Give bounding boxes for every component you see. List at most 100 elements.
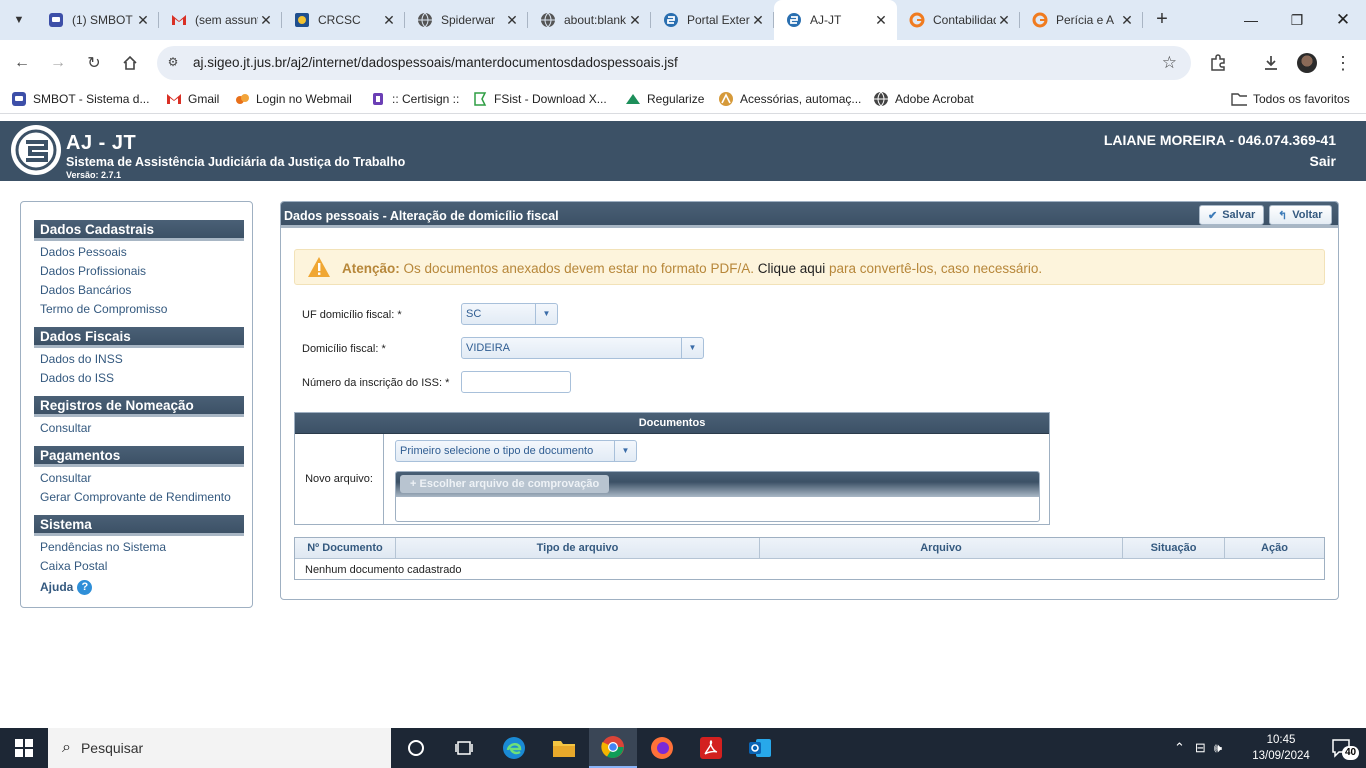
address-bar[interactable]: ⚙ aj.sigeo.jt.jus.br/aj2/internet/dadosp…	[157, 46, 1191, 80]
close-icon[interactable]: ✕	[996, 12, 1012, 28]
bookmark-item[interactable]: Regularize	[625, 91, 704, 107]
new-tab-button[interactable]: +	[1150, 8, 1174, 32]
table-header: Nº Documento	[295, 538, 396, 559]
sidebar-item-consultar-pagamentos[interactable]: Consultar	[34, 469, 244, 488]
back-button[interactable]: ←	[9, 50, 35, 76]
sidebar-item-pendencias[interactable]: Pendências no Sistema	[34, 538, 244, 557]
save-button[interactable]: ✔ Salvar	[1199, 205, 1265, 225]
tab-search-button[interactable]: ▼	[6, 8, 32, 32]
browser-tab[interactable]: Contabilidade ✕	[897, 0, 1020, 40]
notifications-button[interactable]: 40	[1318, 728, 1366, 768]
browser-tab[interactable]: (1) SMBOT ✕	[36, 0, 159, 40]
close-icon[interactable]: ✕	[750, 12, 766, 28]
documents-title: Documentos	[295, 413, 1049, 434]
browser-tab[interactable]: CRCSC ✕	[282, 0, 405, 40]
domicilio-select[interactable]: VIDEIRA ▼	[461, 337, 704, 359]
sidebar-item-comprovante-rendimento[interactable]: Gerar Comprovante de Rendimento	[34, 488, 244, 507]
sidebar-item-consultar-nomeacao[interactable]: Consultar	[34, 419, 244, 438]
close-window-button[interactable]: ✕	[1320, 0, 1366, 40]
chrome-taskbar-icon[interactable]	[589, 728, 637, 768]
uf-select[interactable]: SC ▼	[461, 303, 558, 325]
sidebar-item-dados-bancarios[interactable]: Dados Bancários	[34, 281, 244, 300]
table-header: Tipo de arquivo	[396, 538, 760, 559]
notification-count-badge: 40	[1342, 746, 1360, 760]
gmail-icon	[166, 91, 182, 107]
tab-title: Perícia e A	[1056, 13, 1115, 27]
all-bookmarks-button[interactable]: Todos os favoritos	[1231, 91, 1350, 107]
sidebar-item-dados-profissionais[interactable]: Dados Profissionais	[34, 262, 244, 281]
bookmark-item[interactable]: Gmail	[166, 91, 219, 107]
bookmark-item[interactable]: :: Certisign ::	[370, 91, 459, 107]
profile-button[interactable]	[1294, 50, 1320, 76]
close-icon[interactable]: ✕	[1119, 12, 1135, 28]
minimize-button[interactable]: —	[1228, 0, 1274, 40]
sidebar-item-caixa-postal[interactable]: Caixa Postal	[34, 557, 244, 576]
site-settings-icon[interactable]: ⚙	[165, 55, 181, 71]
bookmark-item[interactable]: Adobe Acrobat	[873, 91, 974, 107]
bookmark-star-icon[interactable]: ☆	[1162, 53, 1177, 73]
sidebar-item-termo-compromisso[interactable]: Termo de Compromisso	[34, 300, 244, 319]
edge-taskbar-icon[interactable]	[490, 728, 538, 768]
upload-toolbar: + Escolher arquivo de comprovação	[396, 472, 1039, 497]
close-icon[interactable]: ✕	[258, 12, 274, 28]
extensions-button[interactable]	[1205, 50, 1231, 76]
browser-tab[interactable]: Spiderwar ✕	[405, 0, 528, 40]
pdf-icon	[700, 737, 722, 759]
choose-file-button[interactable]: + Escolher arquivo de comprovação	[400, 475, 610, 493]
sidebar-item-dados-inss[interactable]: Dados do INSS	[34, 350, 244, 369]
search-icon: ⌕	[62, 739, 71, 756]
file-explorer-taskbar-icon[interactable]	[540, 728, 588, 768]
close-icon[interactable]: ✕	[381, 12, 397, 28]
sidebar-item-dados-pessoais[interactable]: Dados Pessoais	[34, 243, 244, 262]
acrobat-taskbar-icon[interactable]	[687, 728, 735, 768]
close-icon[interactable]: ✕	[135, 12, 151, 28]
taskbar-search[interactable]: ⌕ Pesquisar	[48, 728, 391, 768]
sidebar-group-title: Dados Cadastrais	[34, 220, 244, 241]
close-icon[interactable]: ✕	[504, 12, 520, 28]
uf-select-value: SC	[466, 308, 482, 320]
tab-title: (sem assunto)	[195, 13, 258, 27]
sidebar-item-dados-iss[interactable]: Dados do ISS	[34, 369, 244, 388]
home-button[interactable]	[117, 50, 143, 76]
start-button[interactable]	[0, 728, 48, 768]
close-icon[interactable]: ✕	[627, 12, 643, 28]
downloads-button[interactable]	[1258, 50, 1284, 76]
alert-text: Atenção: Os documentos anexados devem es…	[342, 261, 1042, 276]
document-type-select[interactable]: Primeiro selecione o tipo de documento ▼	[395, 440, 637, 462]
browser-tab[interactable]: Portal Externo ✕	[651, 0, 774, 40]
close-icon[interactable]: ✕	[873, 12, 889, 28]
main-panel: Dados pessoais - Alteração de domicílio …	[280, 201, 1339, 600]
network-icon[interactable]: ⊟	[1195, 740, 1206, 756]
url-text[interactable]: aj.sigeo.jt.jus.br/aj2/internet/dadospes…	[193, 55, 678, 70]
convert-pdf-link[interactable]: Clique aqui	[758, 261, 826, 276]
iss-number-input[interactable]	[461, 371, 571, 393]
taskbar-clock[interactable]: 10:45 13/09/2024	[1248, 732, 1314, 764]
bookmark-item[interactable]: FSist - Download X...	[472, 91, 607, 107]
tab-title: about:blank	[564, 13, 627, 27]
volume-icon[interactable]: 🕪	[1214, 740, 1222, 756]
firefox-taskbar-icon[interactable]	[638, 728, 686, 768]
restore-button[interactable]: ❐	[1274, 0, 1320, 40]
fsist-icon	[472, 91, 488, 107]
reload-button[interactable]: ↻	[81, 50, 107, 76]
cortana-button[interactable]	[392, 728, 440, 768]
alert-suffix: para convertê-los, caso necessário.	[829, 261, 1043, 276]
back-button[interactable]: ↰ Voltar	[1269, 205, 1332, 225]
browser-tab[interactable]: (sem assunto) ✕	[159, 0, 282, 40]
sidebar-item-ajuda[interactable]: Ajuda ?	[34, 577, 244, 597]
logout-link[interactable]: Sair	[1310, 153, 1336, 169]
chevron-up-icon[interactable]: ⌃	[1174, 740, 1185, 756]
browser-tab[interactable]: Perícia e A ✕	[1020, 0, 1143, 40]
chevron-down-icon: ▼	[13, 14, 25, 26]
outlook-taskbar-icon[interactable]	[736, 728, 784, 768]
browser-menu-button[interactable]: ⋮	[1330, 50, 1356, 76]
browser-tab-active[interactable]: AJ-JT ✕	[774, 0, 897, 40]
bookmark-item[interactable]: Acessórias, automaç...	[718, 91, 861, 107]
task-view-button[interactable]	[440, 728, 488, 768]
bookmark-item[interactable]: Login no Webmail	[234, 91, 352, 107]
sidebar-group-dados-fiscais: Dados Fiscais Dados do INSS Dados do ISS	[34, 327, 244, 388]
browser-tab[interactable]: about:blank ✕	[528, 0, 651, 40]
app-subtitle: Sistema de Assistência Judiciária da Jus…	[66, 155, 406, 169]
forward-button[interactable]: →	[45, 50, 71, 76]
bookmark-item[interactable]: SMBOT - Sistema d...	[11, 91, 149, 107]
